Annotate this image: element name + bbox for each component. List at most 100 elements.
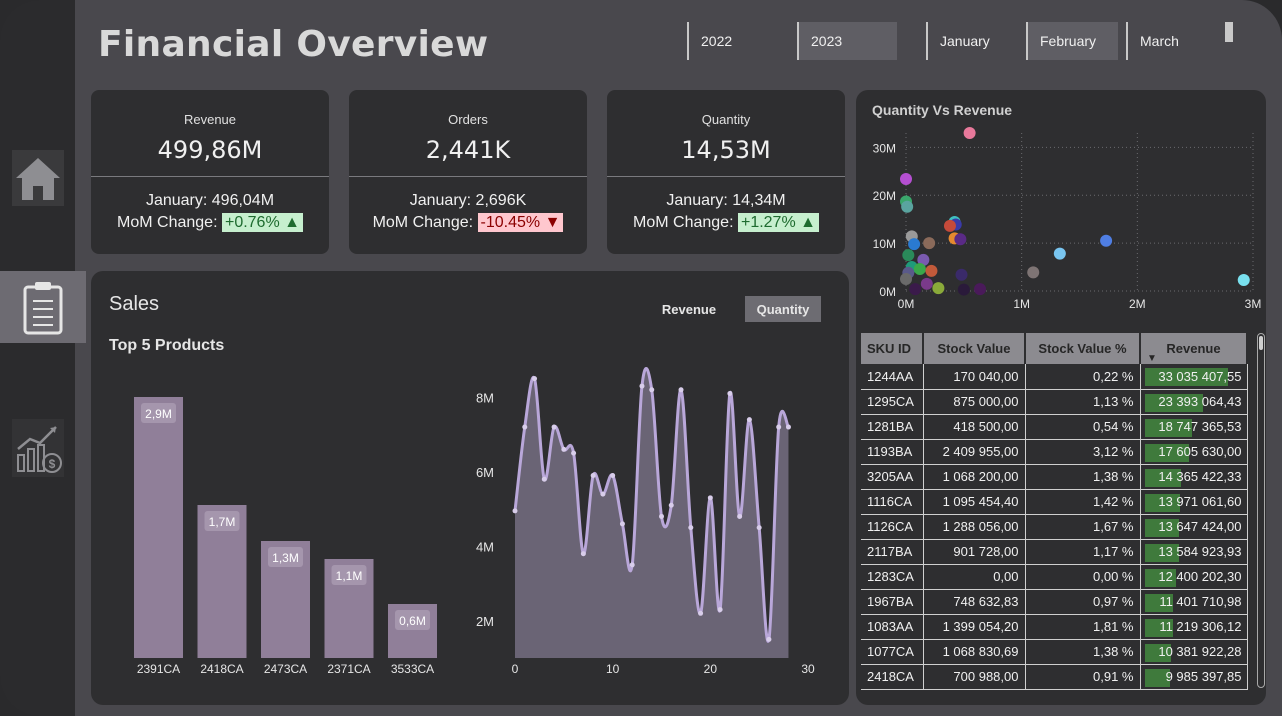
x-tick-label: 3M [1245,297,1262,311]
y-tick-label: 0M [879,285,896,299]
divider [349,176,587,177]
revenue-value: 14 365 422,33 [1158,469,1242,484]
bar [134,397,183,658]
scatter-point [955,268,968,281]
column-header-stock-value[interactable]: Stock Value [923,333,1026,364]
cell-stock-value-pct: 1,17 % [1025,539,1141,565]
table-row[interactable]: 1244AA 170 040,00 0,22 % 33 035 407,55 [861,364,1248,390]
kpi-value: 499,86M [157,136,263,164]
toggle-quantity-button[interactable]: Quantity [745,296,821,322]
slicer-year-2023[interactable]: 2023 [797,22,897,60]
table-row[interactable]: 2117BA 901 728,00 1,17 % 13 584 923,93 [861,539,1248,565]
cell-stock-value-pct: 3,12 % [1025,439,1141,465]
cell-stock-value: 748 632,83 [923,589,1026,615]
cell-stock-value: 1 095 454,40 [923,489,1026,515]
cell-sku-id: 1281BA [861,414,924,440]
table-row[interactable]: 1283CA 0,00 0,00 % 12 400 202,30 [861,564,1248,590]
data-point [590,472,596,478]
data-point [776,424,782,430]
slicer-scrollbar[interactable] [1225,22,1233,42]
table-row[interactable]: 1281BA 418 500,00 0,54 % 18 747 365,53 [861,414,1248,440]
sales-title: Sales [109,293,160,315]
toggle-revenue-button[interactable]: Revenue [647,296,731,322]
table-row[interactable]: 1295CA 875 000,00 1,13 % 23 393 064,43 [861,389,1248,415]
mom-label: MoM Change: [633,214,734,231]
revenue-value: 23 393 064,43 [1158,394,1242,409]
slicer-year-2022[interactable]: 2022 [687,22,787,60]
table-row[interactable]: 2418CA 700 988,00 0,91 % 9 985 397,85 [861,664,1248,690]
x-tick-label: 2M [1129,297,1146,311]
area-fill [515,368,789,658]
revenue-value: 13 584 923,93 [1158,544,1242,559]
slicer-month-march[interactable]: March [1126,22,1218,60]
column-header-sku-id[interactable]: SKU ID [861,333,924,364]
revenue-value: 17 605 630,00 [1158,444,1242,459]
cell-sku-id: 1283CA [861,564,924,590]
y-tick-label: 10M [873,237,896,251]
data-point [649,387,655,393]
scatter-point [913,262,926,275]
x-tick-label: 0 [512,662,519,676]
scrollbar-thumb[interactable] [1259,336,1263,350]
revenue-value: 12 400 202,30 [1158,569,1242,584]
x-tick-label: 0M [898,297,915,311]
table-row[interactable]: 1126CA 1 288 056,00 1,67 % 13 647 424,00 [861,514,1248,540]
x-tick-label: 2473CA [264,662,307,676]
slicer-month-january[interactable]: January [926,22,1022,60]
x-tick-label: 10 [606,662,620,676]
data-point [580,551,586,557]
nav-finance-button[interactable]: $ [10,418,66,478]
bar-data-label: 1,3M [272,551,299,565]
page-title: Financial Overview [98,24,489,65]
column-header-revenue[interactable]: Revenue ▼ [1140,333,1248,364]
cell-revenue: 13 647 424,00 [1140,514,1248,540]
table-row[interactable]: 1193BA 2 409 955,00 3,12 % 17 605 630,00 [861,439,1248,465]
divider [91,176,329,177]
slicer-month-february[interactable]: February [1026,22,1118,60]
scatter-point [925,264,938,277]
nav-report-button[interactable] [0,271,86,343]
cell-stock-value-pct: 0,54 % [1025,414,1141,440]
x-tick-label: 1M [1013,297,1030,311]
kpi-previous: January: 2,696K [409,192,527,209]
scatter-point [908,238,921,251]
cell-stock-value: 901 728,00 [923,539,1026,565]
table-row[interactable]: 1077CA 1 068 830,69 1,38 % 10 381 922,28 [861,639,1248,665]
revenue-value: 33 035 407,55 [1158,368,1242,384]
data-point [551,424,557,430]
cell-stock-value-pct: 1,81 % [1025,614,1141,640]
revenue-value: 9 985 397,85 [1165,669,1242,684]
cell-revenue: 11 401 710,98 [1140,589,1248,615]
kpi-value: 14,53M [681,136,771,164]
table-scrollbar[interactable] [1257,333,1265,688]
top-products-bar-chart: 2,9M 2391CA 1,7M 2418CA 1,3M 2473CA 1,1M 2371CA… [134,397,437,676]
scatter-point [909,283,922,296]
cell-stock-value: 700 988,00 [923,664,1026,690]
scatter-point [954,233,967,246]
kpi-label: Quantity [701,112,751,127]
data-point [659,513,664,519]
cell-sku-id: 1967BA [861,589,924,615]
revenue-value: 10 381 922,28 [1158,644,1242,659]
cell-stock-value: 2 409 955,00 [923,439,1026,465]
y-tick-label: 20M [873,189,896,203]
scatter-point [1100,234,1113,247]
scatter-point [1053,247,1066,260]
kpi-previous: January: 14,34M [666,192,786,209]
table-row[interactable]: 1967BA 748 632,83 0,97 % 11 401 710,98 [861,589,1248,615]
cell-sku-id: 2117BA [861,539,924,565]
column-header-stock-value-pct[interactable]: Stock Value % [1025,333,1141,364]
data-point [610,472,616,478]
cell-stock-value-pct: 0,91 % [1025,664,1141,690]
bar-data-label: 0,6M [399,614,426,628]
table-row[interactable]: 3205AA 1 068 200,00 1,38 % 14 365 422,33 [861,464,1248,490]
kpi-mom: MoM Change: +1.27% ▲ [607,213,845,232]
y-tick-label: 4M [476,539,494,554]
data-point [688,525,694,531]
data-point [678,387,684,393]
mom-label: MoM Change: [117,214,218,231]
nav-home-button[interactable] [10,148,66,208]
table-row[interactable]: 1116CA 1 095 454,40 1,42 % 13 971 061,60 [861,489,1248,515]
table-row[interactable]: 1083AA 1 399 054,20 1,81 % 11 219 306,12 [861,614,1248,640]
top-products-title: Top 5 Products [109,337,225,354]
